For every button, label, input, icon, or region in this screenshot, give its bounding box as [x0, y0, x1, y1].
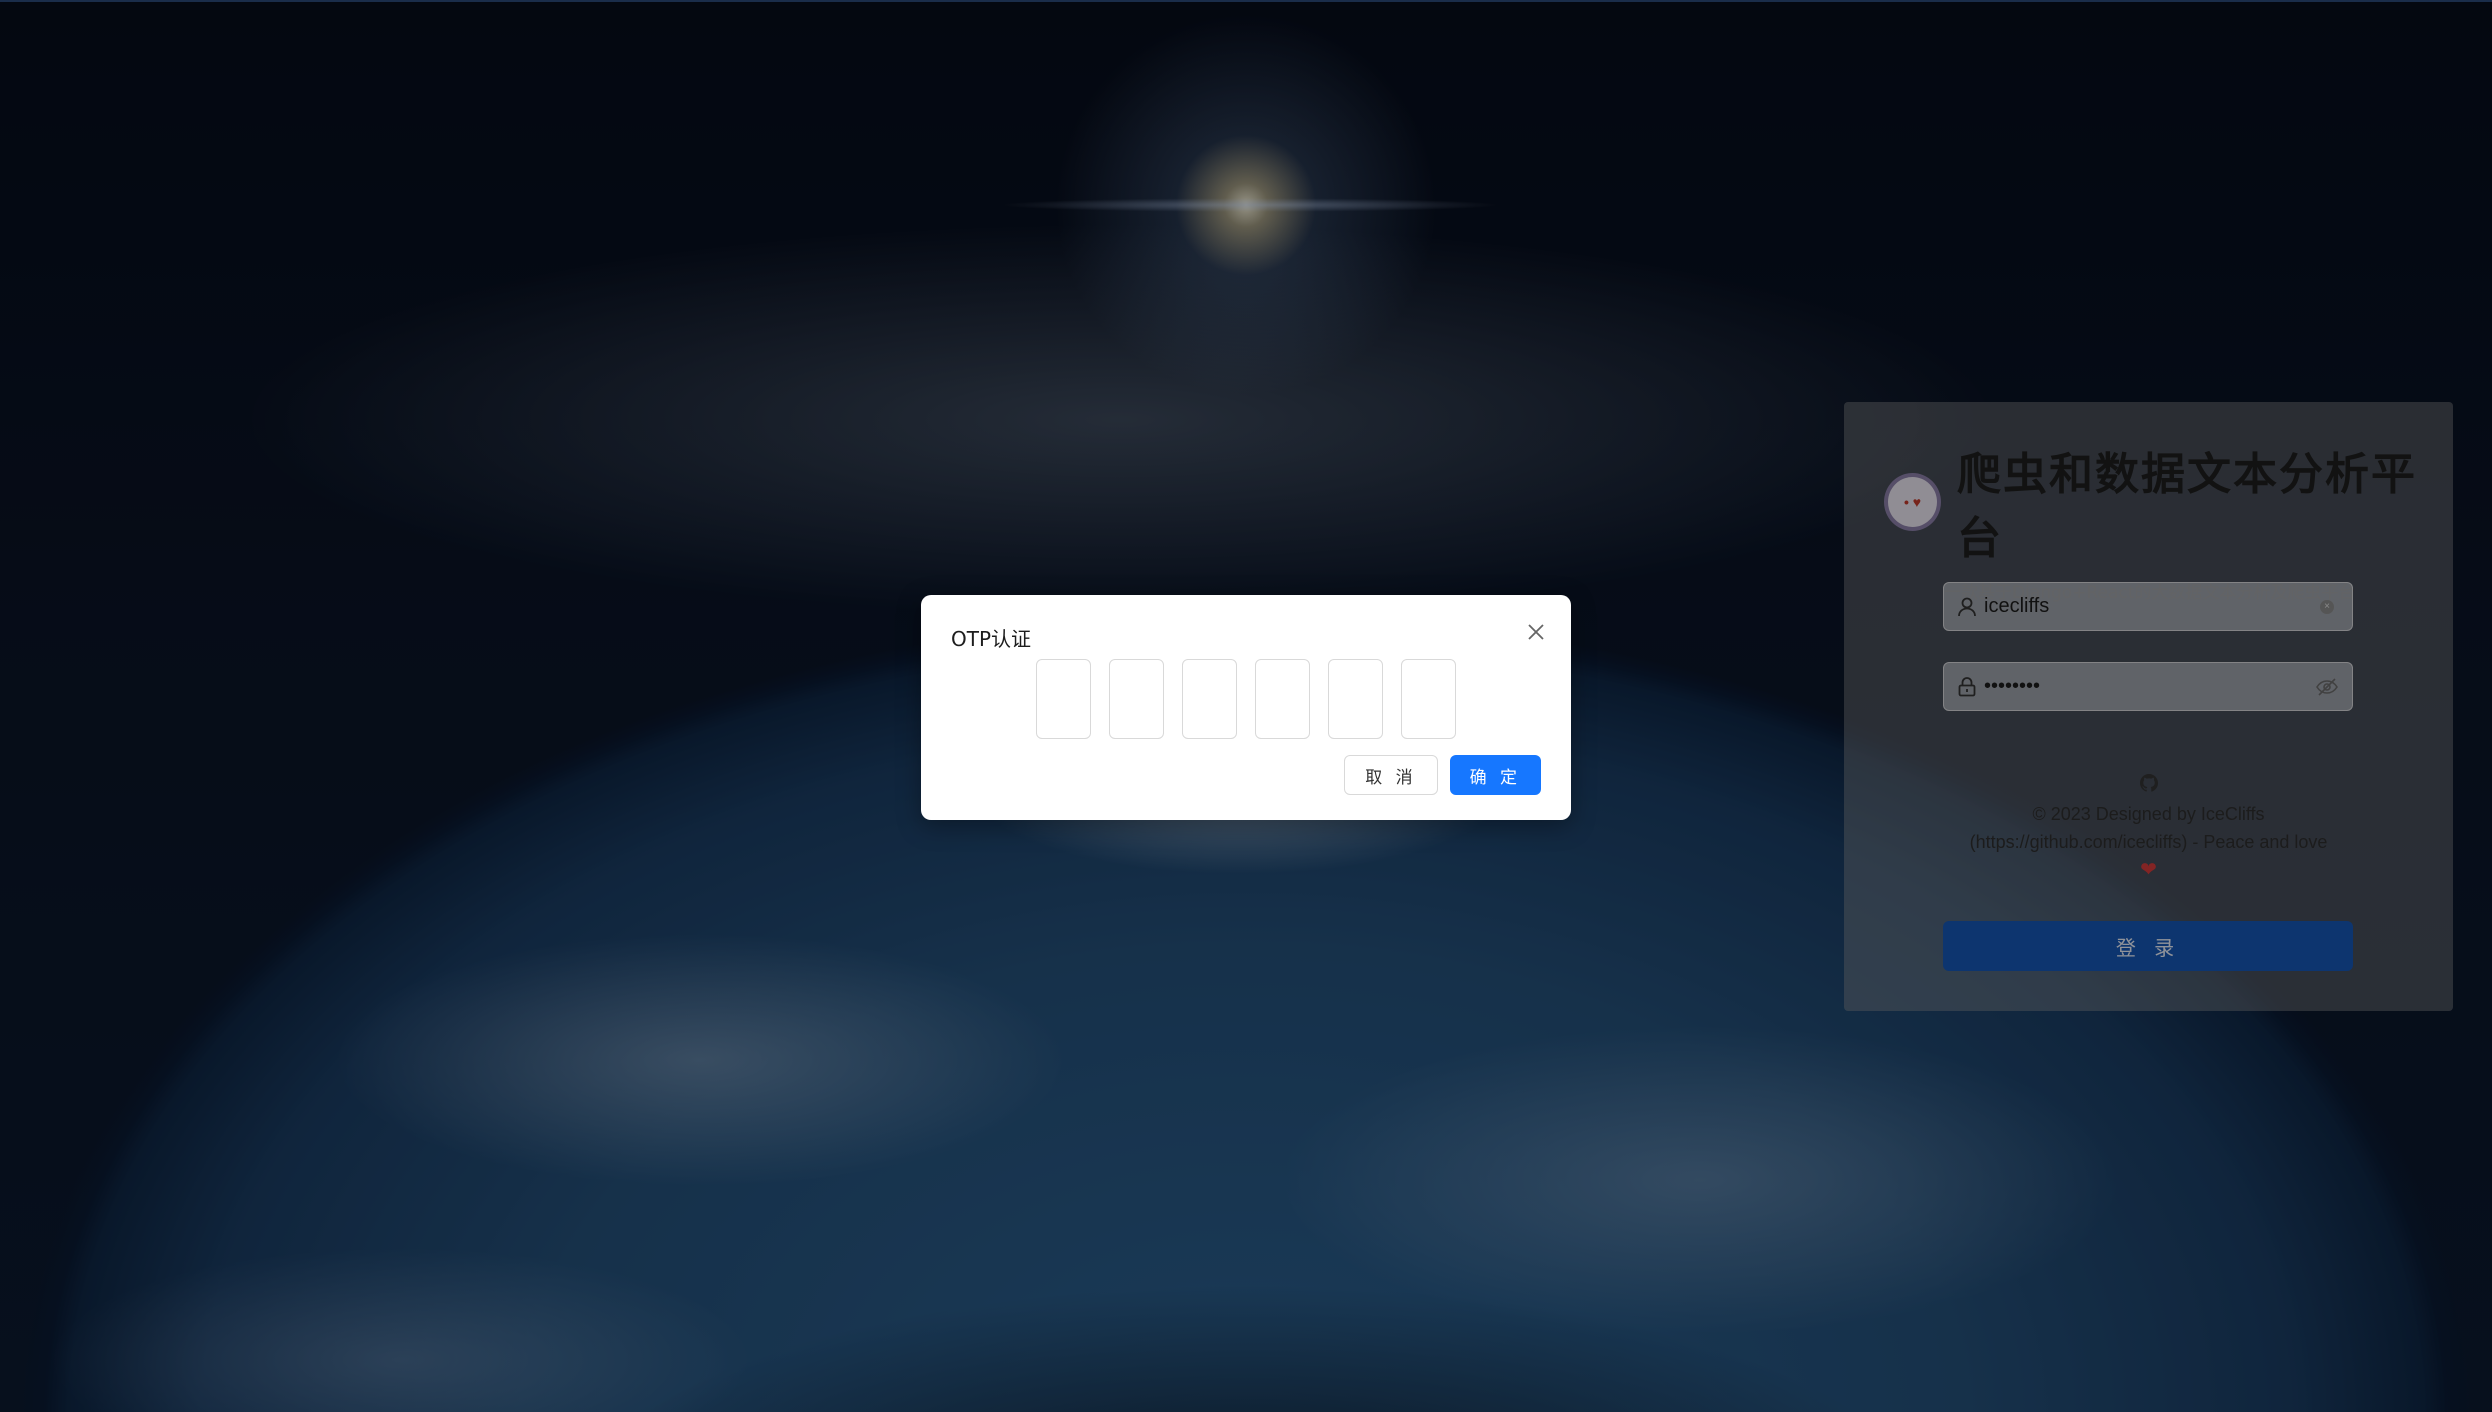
confirm-button[interactable]: 确 定	[1449, 755, 1541, 795]
otp-digit-5[interactable]	[1328, 659, 1383, 739]
cancel-button[interactable]: 取 消	[1344, 755, 1438, 795]
otp-digit-1[interactable]	[1036, 659, 1091, 739]
otp-digit-4[interactable]	[1255, 659, 1310, 739]
otp-digit-3[interactable]	[1182, 659, 1237, 739]
otp-digit-6[interactable]	[1401, 659, 1456, 739]
modal-actions: 取 消 确 定	[1344, 755, 1541, 795]
otp-digit-2[interactable]	[1109, 659, 1164, 739]
otp-modal: OTP认证 取 消 确 定	[921, 595, 1571, 820]
otp-input-row	[1036, 659, 1456, 739]
close-icon[interactable]	[1521, 617, 1551, 647]
modal-title: OTP认证	[951, 627, 1032, 651]
